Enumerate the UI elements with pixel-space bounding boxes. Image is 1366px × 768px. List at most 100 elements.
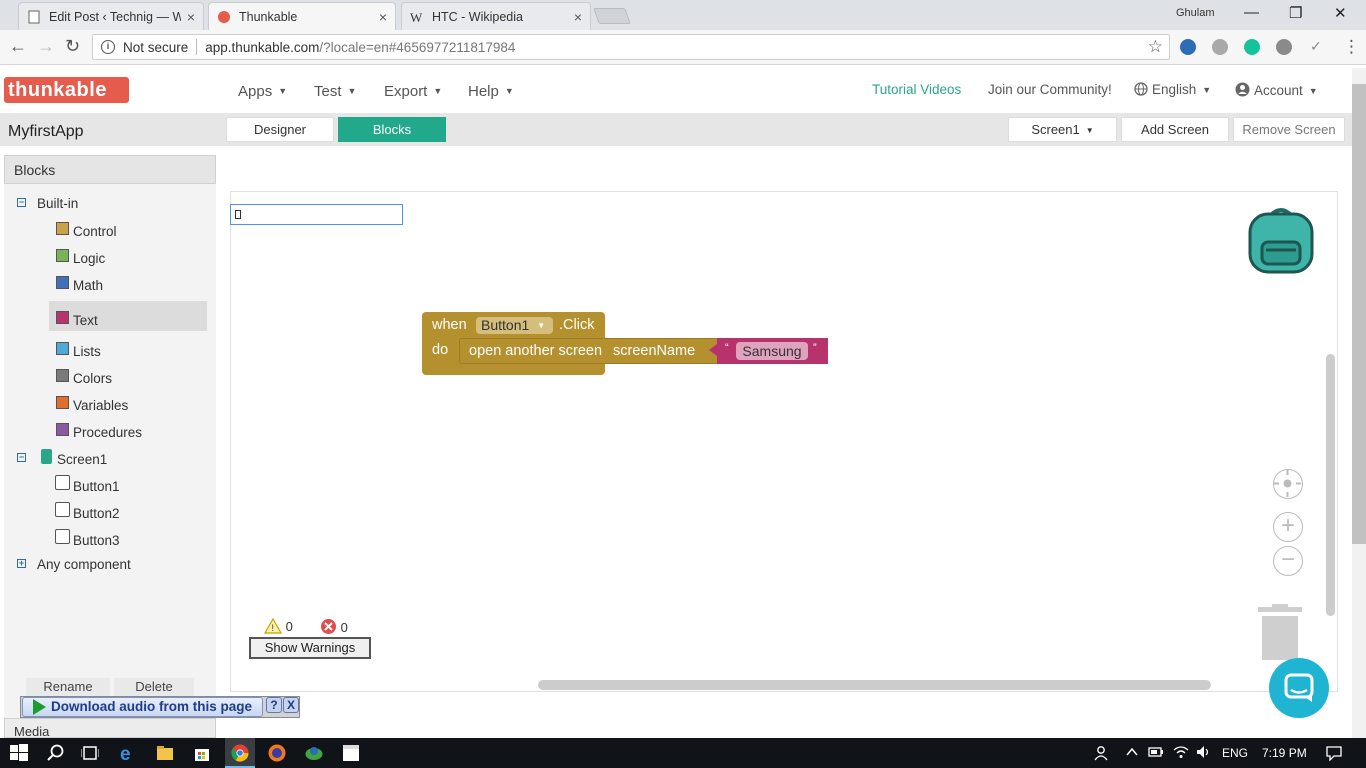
workspace-search-input[interactable]	[230, 204, 403, 225]
tree-item-colors[interactable]: Colors	[73, 371, 112, 386]
chrome-icon[interactable]	[231, 744, 249, 762]
tree-item-variables[interactable]: Variables	[73, 398, 128, 413]
profile-name[interactable]: Ghulam	[1176, 7, 1215, 19]
tab-close-icon[interactable]: ×	[574, 9, 582, 25]
tab-edit-post[interactable]: Edit Post ‹ Technig — Wo ×	[18, 2, 204, 30]
collapse-icon[interactable]: −	[17, 198, 26, 207]
extension-check-icon[interactable]: ✓	[1310, 38, 1322, 55]
extension-icon-a[interactable]	[1180, 39, 1196, 55]
menu-apps[interactable]: Apps ▼	[238, 83, 287, 100]
screen-select[interactable]: Screen1 ▼	[1008, 117, 1117, 142]
store-icon[interactable]	[193, 744, 211, 762]
restore-icon[interactable]: ❐	[1289, 4, 1302, 22]
close-icon[interactable]: X	[283, 697, 299, 713]
tab-thunkable[interactable]: Thunkable ×	[208, 2, 396, 30]
download-audio-button[interactable]: Download audio from this page	[22, 697, 263, 717]
tree-item-text[interactable]: Text	[73, 313, 98, 328]
tree-item-button3[interactable]: Button3	[73, 533, 120, 548]
tree-item-math[interactable]: Math	[73, 278, 103, 293]
tree-item-button2[interactable]: Button2	[73, 506, 120, 521]
menu-test[interactable]: Test ▼	[314, 83, 356, 100]
clock[interactable]: 7:19 PM	[1262, 746, 1307, 760]
url-text[interactable]: app.thunkable.com/?locale=en#46569772118…	[205, 40, 515, 55]
workspace-vertical-scrollbar[interactable]	[1326, 354, 1335, 616]
new-tab-button[interactable]	[593, 8, 631, 24]
tab-close-icon[interactable]: ×	[187, 9, 195, 25]
tree-any-component[interactable]: Any component	[37, 557, 131, 572]
designer-button[interactable]: Designer	[226, 117, 334, 142]
windows-start-icon[interactable]	[10, 744, 28, 762]
minimize-icon[interactable]: —	[1244, 4, 1259, 21]
back-icon[interactable]: ←	[9, 36, 27, 57]
account-menu[interactable]: Account ▼	[1235, 82, 1318, 98]
chevron-up-icon[interactable]	[1125, 745, 1139, 762]
address-bar[interactable]: i Not secure app.thunkable.com/?locale=e…	[92, 34, 1170, 60]
text-cursor-icon	[235, 210, 241, 219]
component-dropdown[interactable]: Button1 ▼	[476, 317, 553, 334]
search-icon[interactable]	[47, 744, 65, 762]
tree-item-button1[interactable]: Button1	[73, 479, 120, 494]
firefox-icon[interactable]	[268, 744, 286, 762]
tutorial-videos-link[interactable]: Tutorial Videos	[872, 82, 961, 97]
edge-icon[interactable]: e	[119, 744, 137, 765]
remove-screen-button[interactable]: Remove Screen	[1233, 117, 1345, 142]
show-warnings-button[interactable]: Show Warnings	[249, 637, 371, 659]
language-indicator[interactable]: ENG	[1222, 746, 1248, 760]
grammarly-icon[interactable]	[1244, 39, 1260, 55]
expand-icon[interactable]: +	[17, 559, 26, 568]
collapse-icon[interactable]: −	[17, 453, 26, 462]
notifications-icon[interactable]	[1326, 745, 1342, 764]
tree-item-screen1[interactable]: Screen1	[57, 452, 107, 467]
info-icon[interactable]: i	[101, 40, 115, 54]
tree-built-in[interactable]: Built-in	[37, 196, 78, 211]
task-view-icon[interactable]	[80, 744, 100, 762]
dropdown-arrow-icon: ▼	[537, 321, 546, 330]
recenter-icon[interactable]	[1273, 469, 1303, 499]
join-community-link[interactable]: Join our Community!	[988, 82, 1112, 97]
reload-icon[interactable]: ↻	[65, 36, 80, 57]
workspace-horizontal-scrollbar[interactable]	[538, 680, 1211, 690]
tab-close-icon[interactable]: ×	[379, 9, 387, 25]
forward-icon[interactable]: →	[37, 36, 55, 57]
backpack-icon[interactable]	[1246, 204, 1316, 274]
add-screen-button[interactable]: Add Screen	[1121, 117, 1229, 142]
volume-icon[interactable]	[1196, 745, 1212, 762]
delete-button[interactable]: Delete	[114, 678, 194, 698]
tree-item-control[interactable]: Control	[73, 224, 117, 239]
language-menu[interactable]: English ▼	[1134, 82, 1211, 97]
zoom-in-icon[interactable]: +	[1273, 512, 1303, 542]
bookmark-star-icon[interactable]: ☆	[1148, 37, 1163, 57]
event-when-label: when	[432, 317, 467, 333]
blocks-workspace[interactable]	[230, 191, 1338, 692]
zoom-out-icon[interactable]: −	[1273, 546, 1303, 576]
rename-button[interactable]: Rename	[26, 678, 110, 698]
thunkable-logo[interactable]: thunkable	[4, 77, 129, 103]
people-icon[interactable]	[1094, 745, 1110, 764]
security-label[interactable]: Not secure	[123, 40, 188, 55]
string-value-field[interactable]: Samsung	[736, 342, 808, 360]
page-scrollbar-thumb[interactable]	[1352, 84, 1366, 544]
close-window-icon[interactable]: ✕	[1334, 4, 1347, 22]
extension-icon[interactable]	[1276, 39, 1292, 55]
warning-indicator[interactable]: ! 0	[263, 617, 293, 634]
app-icon[interactable]	[305, 744, 323, 762]
help-icon[interactable]: ?	[266, 697, 282, 713]
menu-export[interactable]: Export ▼	[384, 83, 442, 100]
extension-globe-icon[interactable]	[1212, 39, 1228, 55]
battery-icon[interactable]	[1148, 745, 1164, 762]
trash-icon[interactable]	[1258, 604, 1302, 660]
video-editor-icon[interactable]	[342, 744, 360, 762]
menu-help[interactable]: Help ▼	[468, 83, 514, 100]
chat-support-icon[interactable]	[1269, 658, 1329, 718]
browser-menu-icon[interactable]: ⋮	[1343, 37, 1360, 57]
tab-htc-wikipedia[interactable]: W HTC - Wikipedia ×	[401, 2, 591, 30]
wifi-icon[interactable]	[1173, 745, 1189, 762]
tab-title: Thunkable	[239, 9, 298, 24]
tree-item-logic[interactable]: Logic	[73, 251, 105, 266]
tree-item-lists[interactable]: Lists	[73, 344, 101, 359]
menu-label: Apps	[238, 83, 273, 100]
file-explorer-icon[interactable]	[156, 744, 174, 762]
blocks-button[interactable]: Blocks	[338, 117, 446, 142]
error-indicator[interactable]: 0	[320, 618, 348, 635]
tree-item-procedures[interactable]: Procedures	[73, 425, 142, 440]
